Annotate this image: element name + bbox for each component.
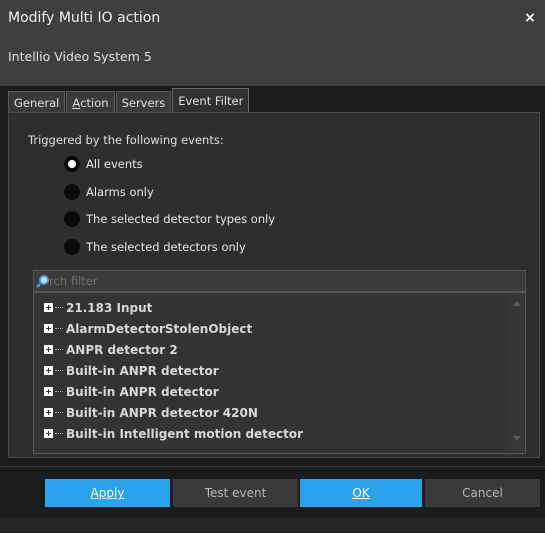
tree-item-label: 21.183 Input	[66, 300, 153, 315]
tab-event-filter[interactable]: Event Filter	[172, 88, 250, 113]
radio-button[interactable]	[64, 184, 80, 200]
trigger-label: Triggered by the following events:	[28, 133, 224, 147]
tree-item[interactable]: 21.183 Input	[44, 297, 152, 318]
radio-button[interactable]	[64, 211, 80, 227]
tab-action-rest: ction	[80, 95, 109, 110]
radio-all-events[interactable]: All events	[64, 156, 143, 172]
radio-detector-types[interactable]: The selected detector types only	[64, 211, 275, 227]
tree-item[interactable]: Built-in ANPR detector 420N	[44, 402, 258, 423]
radio-label: Alarms only	[86, 185, 154, 199]
title-bar: Modify Multi IO action ×	[0, 0, 545, 36]
search-placeholder: rch filter	[49, 274, 98, 288]
tab-servers[interactable]: Servers	[115, 91, 172, 113]
ok-button[interactable]: OK	[300, 479, 422, 507]
tab-action[interactable]: Action	[66, 91, 115, 113]
scroll-up-icon[interactable]	[513, 301, 521, 306]
cancel-button-label: Cancel	[462, 486, 503, 500]
tree-item[interactable]: Built-in ANPR detector	[44, 381, 219, 402]
tree-item[interactable]: Built-in ANPR detector	[44, 360, 219, 381]
expand-icon[interactable]	[44, 429, 53, 438]
radio-label: The selected detector types only	[86, 212, 276, 226]
detector-tree[interactable]: 21.183 Input AlarmDetectorStolenObject A…	[33, 292, 526, 454]
radio-alarms-only[interactable]: Alarms only	[64, 184, 154, 200]
tree-item[interactable]: ANPR detector 2	[44, 339, 178, 360]
radio-button-checked[interactable]	[64, 156, 80, 172]
close-icon[interactable]: ×	[515, 0, 545, 36]
expand-icon[interactable]	[44, 366, 53, 375]
tab-general[interactable]: General	[8, 91, 66, 113]
apply-button[interactable]: Apply	[45, 479, 170, 507]
tree-item-label: ANPR detector 2	[66, 342, 178, 357]
test-event-button[interactable]: Test event	[173, 479, 298, 507]
radio-label: The selected detectors only	[86, 240, 246, 254]
tree-item-label: Built-in ANPR detector	[66, 363, 219, 378]
test-event-label: Test event	[204, 486, 267, 500]
bottom-strip	[0, 517, 545, 532]
tab-bar: General Action Servers Event Filter	[8, 88, 250, 113]
radio-label: All events	[86, 157, 143, 171]
tree-scrollbar[interactable]	[509, 293, 525, 451]
expand-icon[interactable]	[44, 408, 53, 417]
expand-icon[interactable]	[44, 345, 53, 354]
radio-selected-detectors[interactable]: The selected detectors only	[64, 239, 246, 255]
window-title: Modify Multi IO action	[8, 10, 161, 26]
tree-item-label: Built-in Intelligent motion detector	[66, 426, 304, 441]
tree-item[interactable]: Built-in Intelligent motion detector	[44, 423, 303, 444]
header-bar: Intellio Video System 5	[0, 36, 545, 86]
scroll-down-icon[interactable]	[513, 436, 521, 441]
expand-icon[interactable]	[44, 303, 53, 312]
expand-icon[interactable]	[44, 324, 53, 333]
tree-item[interactable]: AlarmDetectorStolenObject	[44, 318, 252, 339]
radio-button[interactable]	[64, 239, 80, 255]
search-icon	[36, 275, 49, 288]
expand-icon[interactable]	[44, 387, 53, 396]
tree-item-label: Built-in ANPR detector 420N	[66, 405, 258, 420]
tab-action-mnemonic: A	[72, 95, 81, 110]
apply-button-label: Apply	[90, 486, 125, 500]
ok-button-label: OK	[352, 486, 370, 500]
search-input[interactable]: rch filter	[33, 270, 526, 292]
system-name: Intellio Video System 5	[8, 49, 152, 64]
cancel-button[interactable]: Cancel	[425, 479, 540, 507]
tree-item-label: Built-in ANPR detector	[66, 384, 219, 399]
tree-item-label: AlarmDetectorStolenObject	[66, 321, 253, 336]
